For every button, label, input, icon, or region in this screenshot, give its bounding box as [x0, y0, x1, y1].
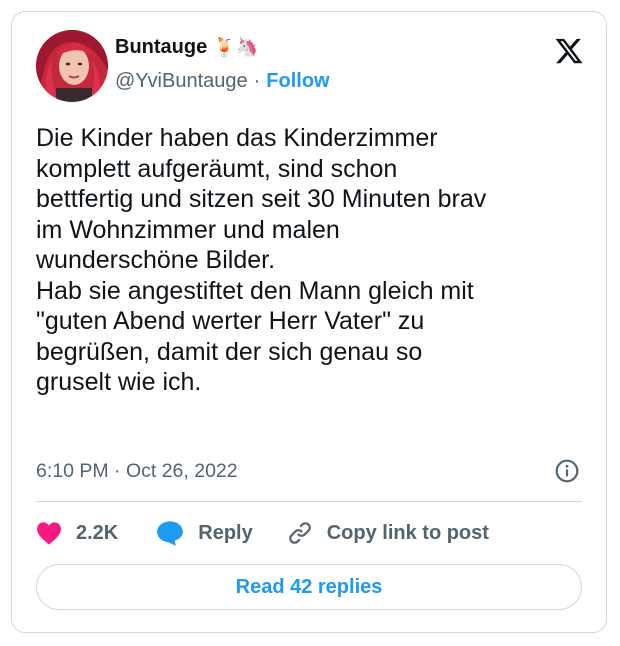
speech-bubble-icon: [157, 521, 184, 546]
copy-link-button[interactable]: Copy link to post: [287, 520, 489, 546]
author-name-row[interactable]: Buntauge 🍹🦄: [115, 36, 258, 59]
follow-button[interactable]: Follow: [266, 70, 329, 93]
author-handle[interactable]: @YviBuntauge: [115, 70, 248, 93]
display-name[interactable]: Buntauge: [115, 36, 207, 59]
handle-row: @YviBuntauge · Follow: [115, 70, 330, 93]
read-replies-label: Read 42 replies: [235, 575, 383, 598]
tweet-text: Die Kinder haben das Kinderzimmer komple…: [36, 124, 487, 396]
action-bar: 2.2K Reply Copy link to post: [36, 517, 489, 549]
like-button[interactable]: 2.2K: [36, 521, 118, 545]
read-replies-button[interactable]: Read 42 replies: [36, 564, 582, 610]
reply-button[interactable]: Reply: [156, 520, 253, 546]
heart-icon: [37, 522, 61, 545]
divider: [36, 501, 582, 502]
name-emoji: 🍹🦄: [213, 37, 259, 58]
tweet-timestamp[interactable]: 6:10 PM · Oct 26, 2022: [36, 460, 238, 483]
reply-label: Reply: [198, 521, 253, 544]
copy-link-label: Copy link to post: [326, 521, 489, 544]
handle-separator: ·: [253, 70, 261, 92]
avatar[interactable]: [36, 30, 108, 102]
tweet-card: Buntauge 🍹🦄 @YviBuntauge · Follow Die Ki…: [11, 11, 607, 633]
link-icon: [288, 522, 311, 544]
like-count: 2.2K: [76, 521, 119, 544]
info-icon[interactable]: [554, 458, 580, 484]
x-logo-icon[interactable]: [554, 36, 584, 66]
